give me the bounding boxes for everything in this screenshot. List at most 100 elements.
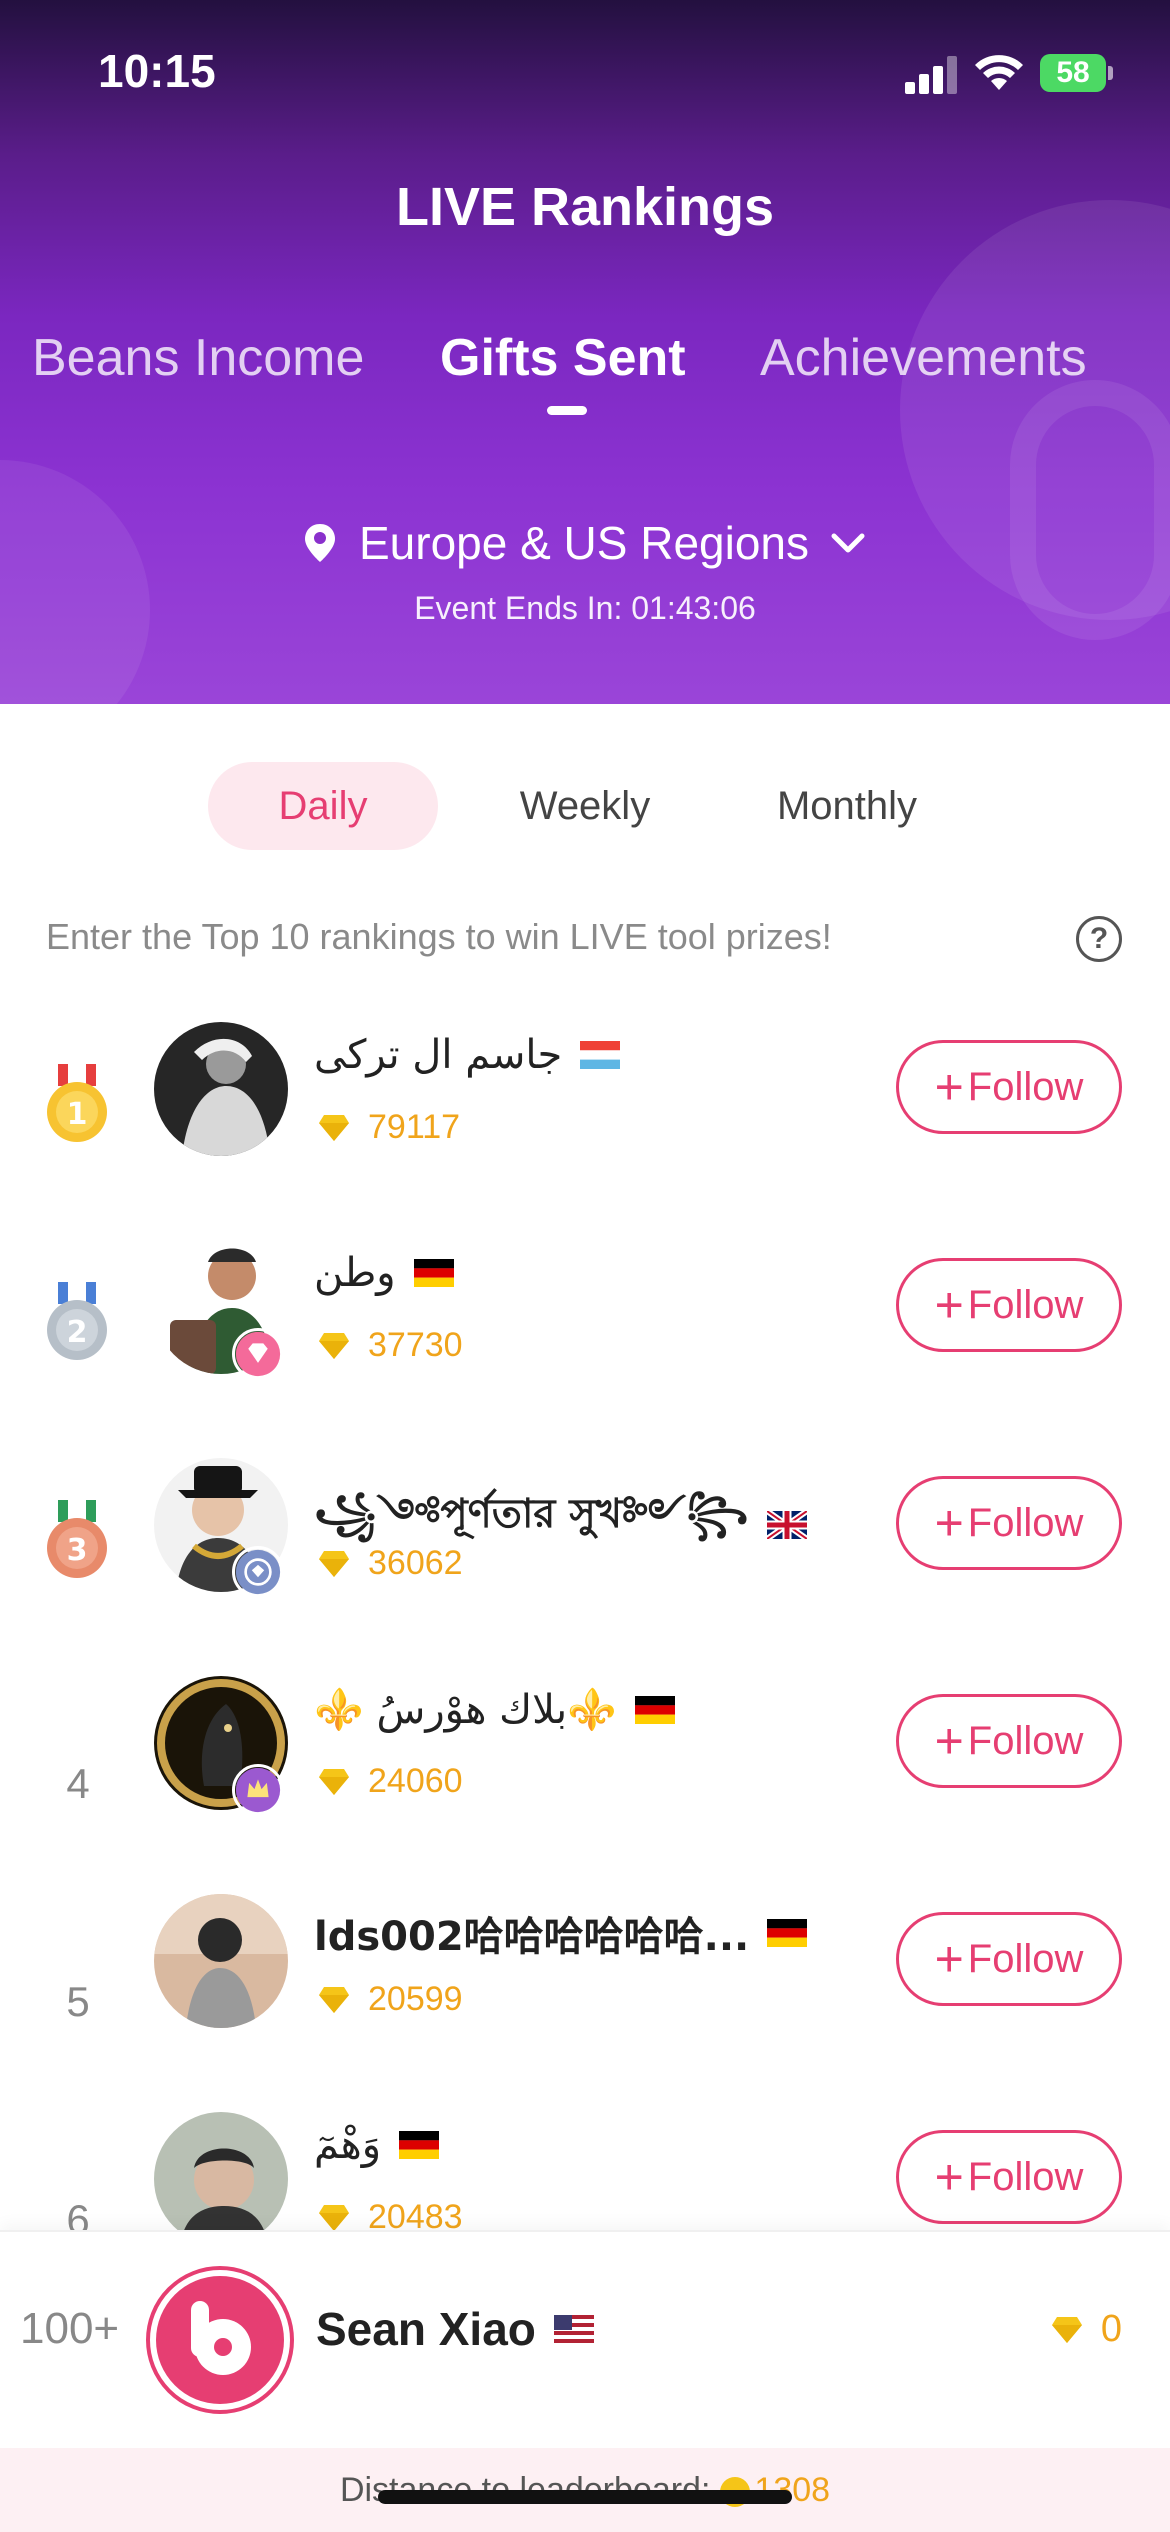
gift-score: 20599 (368, 1980, 463, 2018)
diamond-icon (1051, 2316, 1082, 2343)
germany-flag-icon (767, 1919, 808, 1947)
battery-tip (1108, 66, 1113, 80)
event-countdown: Event Ends In: 01:43:06 (414, 590, 756, 626)
gift-score: 37730 (368, 1326, 463, 1364)
plus-icon: + (934, 1931, 964, 1987)
medal-rank: 1 (67, 1097, 88, 1132)
battery-icon: 58 (1040, 54, 1106, 92)
my-name: Sean Xiao (316, 2303, 536, 2355)
bronze-medal-icon: 3 (47, 1500, 107, 1578)
gift-score: 79117 (368, 1108, 461, 1146)
follow-button[interactable]: + Follow (896, 1040, 1122, 1134)
follow-button[interactable]: + Follow (896, 1258, 1122, 1352)
tab-achievements[interactable]: Achievements (760, 328, 1087, 388)
plus-icon: + (934, 2149, 964, 2205)
user-name: جاسم ال ترکی (314, 1032, 563, 1078)
name-line: وطن (314, 1250, 454, 1296)
name-line: ⚜️ بلاك هوْرسُ⚜️ (314, 1686, 675, 1733)
follow-button[interactable]: + Follow (896, 1912, 1122, 2006)
status-bar: 10:15 58 (0, 0, 1170, 140)
plus-icon: + (934, 1059, 964, 1115)
diamond-icon (319, 1550, 349, 1577)
rank-number: 5 (66, 1978, 90, 2025)
follow-button[interactable]: + Follow (896, 2130, 1122, 2224)
my-avatar[interactable] (146, 2266, 294, 2414)
chevron-down-icon (831, 533, 865, 553)
region-selector[interactable]: Europe & US Regions (0, 516, 1170, 570)
follow-label: Follow (967, 1282, 1084, 1327)
ranking-row[interactable]: 3 ꧁༺পূর্ণতার সুখ༻꧂ 36062 + Follow (0, 1458, 1170, 1676)
plus-icon: + (934, 1495, 964, 1551)
avatar-image (154, 1894, 288, 2028)
germany-flag-icon (634, 1695, 675, 1724)
plus-icon: + (934, 1713, 964, 1769)
name-line: جاسم ال ترکی (314, 1032, 621, 1078)
gift-score: 24060 (368, 1762, 463, 1800)
diamond-icon (319, 1986, 349, 2013)
location-pin-icon (304, 524, 335, 562)
gold-medal-icon: 1 (47, 1064, 107, 1142)
app-logo-icon (191, 2301, 251, 2375)
score-line: 24060 (318, 1762, 463, 1801)
page-title: LIVE Rankings (395, 177, 775, 237)
vip-badge-icon (232, 1764, 284, 1816)
wifi-icon (975, 55, 1023, 90)
user-name: ⚜️ بلاك هوْرسُ⚜️ (314, 1687, 617, 1733)
luxembourg-flag-icon (580, 1041, 621, 1069)
germany-flag-icon (399, 2131, 440, 2159)
name-line: lds002哈哈哈哈哈哈... (314, 1904, 808, 1962)
avatar-image (154, 1022, 288, 1156)
follow-label: Follow (967, 1936, 1084, 1981)
united-kingdom-flag-icon (766, 1510, 807, 1539)
my-score-value: 0 (1100, 2308, 1122, 2350)
vip-badge-icon (232, 1546, 284, 1598)
follow-label: Follow (967, 1064, 1084, 1109)
ranking-row[interactable]: 1 جاسم ال ترکی 79117 + Follow (0, 1022, 1170, 1240)
ranking-row[interactable]: 4 ⚜️ بلاك هوْرسُ⚜️ 24060 + Follow (0, 1676, 1170, 1894)
diamond-icon (319, 1768, 349, 1795)
plus-icon: + (934, 1277, 964, 1333)
header: 10:15 58 LIVE Rankings Beans Income Gift… (0, 0, 1170, 704)
follow-button[interactable]: + Follow (896, 1694, 1122, 1788)
ranking-row[interactable]: 2 وطن 37730 + Follow (0, 1240, 1170, 1458)
medal-rank: 2 (67, 1315, 88, 1350)
period-daily[interactable]: Daily (208, 762, 438, 850)
period-weekly[interactable]: Weekly (470, 762, 700, 850)
period-monthly[interactable]: Monthly (732, 762, 962, 850)
status-time: 10:15 (98, 45, 216, 97)
decor-circle (0, 460, 150, 704)
gift-score: 36062 (368, 1544, 463, 1582)
diamond-icon (319, 2204, 349, 2231)
score-line: 79117 (318, 1108, 460, 1147)
avatar[interactable] (154, 1022, 288, 1156)
follow-label: Follow (967, 1718, 1084, 1763)
follow-label: Follow (967, 1500, 1084, 1545)
follow-button[interactable]: + Follow (896, 1476, 1122, 1570)
region-label: Europe & US Regions (358, 517, 810, 569)
united-states-flag-icon (553, 2315, 594, 2343)
tab-beans-income[interactable]: Beans Income (32, 328, 364, 388)
follow-label: Follow (967, 2154, 1084, 2199)
cellular-signal-icon (905, 56, 959, 94)
home-indicator (378, 2490, 792, 2504)
user-name: وَهْمٓ (314, 2122, 382, 2168)
battery-level: 58 (1056, 56, 1090, 89)
user-name: وطن (314, 1250, 396, 1296)
my-rank: 100+ (20, 2304, 120, 2353)
help-icon[interactable]: ? (1076, 916, 1122, 962)
score-line: 36062 (318, 1544, 463, 1583)
diamond-icon (319, 1332, 349, 1359)
prize-hint: Enter the Top 10 rankings to win LIVE to… (46, 916, 832, 957)
tab-gifts-sent[interactable]: Gifts Sent (440, 328, 686, 388)
avatar-image (154, 2112, 288, 2246)
diamond-icon (319, 1114, 349, 1141)
app-logo-avatar (156, 2276, 284, 2404)
rank-number: 4 (66, 1760, 90, 1807)
my-score: 0 (1051, 2308, 1122, 2351)
score-line: 37730 (318, 1326, 463, 1365)
user-name: lds002哈哈哈哈哈哈... (314, 1914, 750, 1960)
vip-badge-icon (232, 1328, 284, 1380)
ranking-row[interactable]: 5 lds002哈哈哈哈哈哈... 20599 + Follow (0, 1894, 1170, 2112)
avatar[interactable] (154, 1894, 288, 2028)
avatar[interactable] (154, 2112, 288, 2246)
